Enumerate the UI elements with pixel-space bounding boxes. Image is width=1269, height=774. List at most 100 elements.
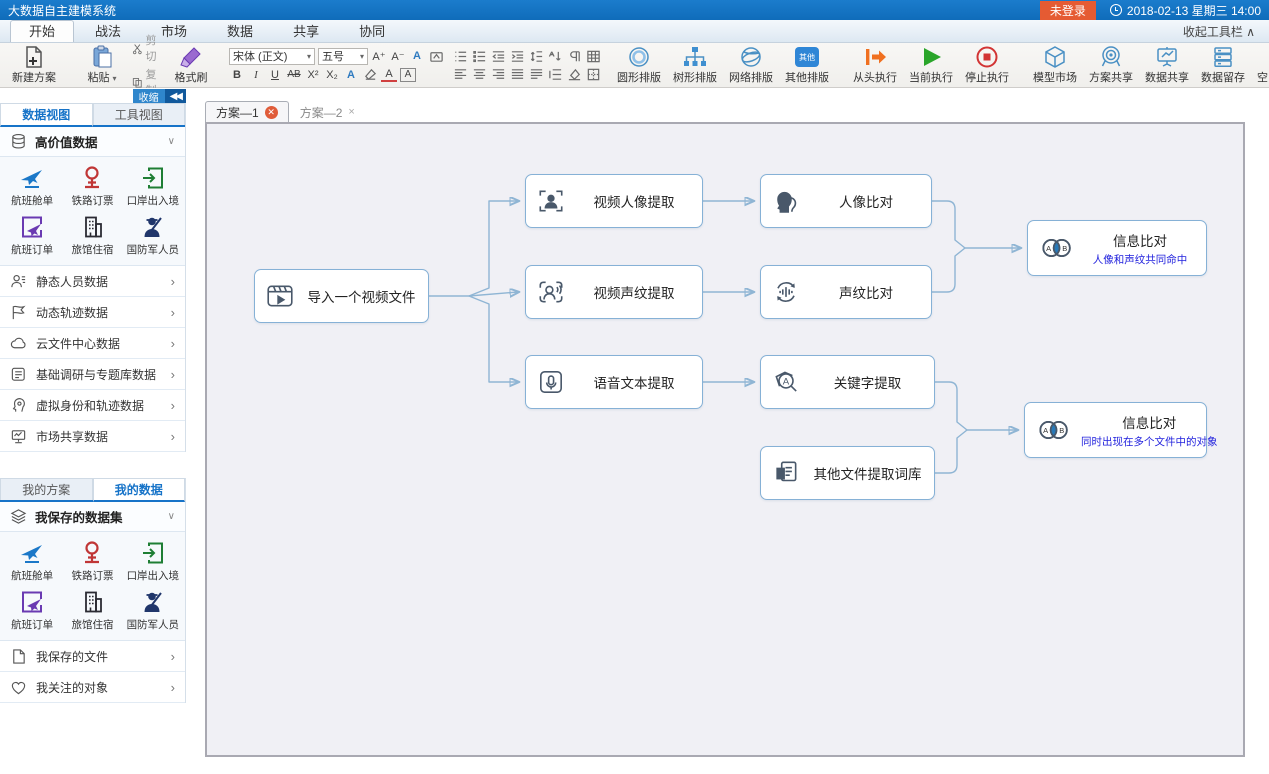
network-layout-button[interactable]: 网络排版 (725, 45, 777, 85)
dropdown-caret: ▾ (113, 74, 117, 83)
menu-tab-start[interactable]: 开始 (10, 20, 74, 42)
plan-share-button[interactable]: 方案共享 (1085, 45, 1137, 85)
doc-tab-plan-1[interactable]: 方案—1 ✕ (205, 101, 289, 122)
distribute-button[interactable] (528, 66, 544, 82)
strikethrough-button[interactable]: AB (286, 67, 302, 83)
menu-tab-share[interactable]: 共享 (274, 20, 338, 42)
paste-button[interactable]: 粘贴 ▾ (76, 45, 128, 85)
model-market-button[interactable]: 模型市场 (1029, 45, 1081, 85)
my-data-panel: 我的方案 我的数据 我保存的数据集 ∨ 航班舱单 铁路订票 口 (0, 478, 186, 703)
sidebar-item-virtual-identity[interactable]: 虚拟身份和轨迹数据› (0, 390, 185, 421)
font-name-select[interactable]: 宋体 (正文)▾ (229, 48, 315, 65)
cut-button[interactable]: 剪切 (132, 32, 161, 64)
font-color-button[interactable]: A (381, 68, 397, 82)
bold-button[interactable]: B (229, 67, 245, 83)
menu-tab-tactics[interactable]: 战法 (76, 20, 140, 42)
circle-layout-button[interactable]: 圆形排版 (613, 45, 665, 85)
sidebar-item-cloud-file[interactable]: 云文件中心数据› (0, 328, 185, 359)
sidebar-item-static-personnel[interactable]: 静态人员数据› (0, 266, 185, 297)
tab-data-view[interactable]: 数据视图 (0, 103, 93, 127)
superscript-button[interactable]: X² (305, 67, 321, 83)
tab-my-data[interactable]: 我的数据 (93, 478, 186, 502)
decrease-indent-button[interactable] (490, 48, 506, 64)
sidebar-item-my-saved-files[interactable]: 我保存的文件› (0, 641, 185, 672)
tab-my-plans[interactable]: 我的方案 (0, 478, 93, 500)
dataset-railway-ticket[interactable]: 铁路订票 (62, 536, 122, 585)
menu-tab-data[interactable]: 数据 (208, 20, 272, 42)
sort-button[interactable] (547, 48, 563, 64)
collapse-toolbar-button[interactable]: 收起工具栏 ∧ (1183, 23, 1255, 40)
space-management-button[interactable]: 空间管理 (1253, 45, 1269, 85)
node-voiceprint-compare[interactable]: 声纹比对 (760, 265, 932, 319)
grow-font-button[interactable]: A⁺ (371, 48, 387, 64)
align-right-button[interactable] (490, 66, 506, 82)
node-speech-text-extract[interactable]: 语音文本提取 (525, 355, 703, 409)
node-keyword-extract[interactable]: A 关键字提取 (760, 355, 935, 409)
tree-layout-button[interactable]: 树形排版 (669, 45, 721, 85)
sidebar-item-market-shared[interactable]: 市场共享数据› (0, 421, 185, 452)
dataset-military-personnel[interactable]: 国防军人员 (123, 210, 183, 259)
borders-button[interactable] (585, 66, 601, 82)
highlight-button[interactable] (362, 67, 378, 83)
run-current-button[interactable]: 当前执行 (905, 45, 957, 85)
dataset-hotel-stay[interactable]: 旅馆住宿 (62, 585, 122, 634)
sidebar-item-research-library[interactable]: 基础调研与专题库数据› (0, 359, 185, 390)
underline-button[interactable]: U (267, 67, 283, 83)
run-from-start-button[interactable]: 从头执行 (849, 45, 901, 85)
login-status-badge[interactable]: 未登录 (1040, 1, 1096, 20)
dataset-hotel-stay[interactable]: 旅馆住宿 (62, 210, 122, 259)
clock-icon (1110, 4, 1122, 16)
italic-button[interactable]: I (248, 67, 264, 83)
dataset-flight-manifest[interactable]: 航班舱单 (2, 161, 62, 210)
other-layout-button[interactable]: 其他 其他排版 (781, 45, 833, 85)
dataset-port-entry[interactable]: 口岸出入境 (123, 161, 183, 210)
close-tab-icon[interactable]: ✕ (265, 106, 278, 119)
node-info-compare-1[interactable]: A B 信息比对 人像和声纹共同命中 (1027, 220, 1207, 276)
show-marks-button[interactable] (566, 48, 582, 64)
dataset-port-entry[interactable]: 口岸出入境 (123, 536, 183, 585)
dataset-flight-order[interactable]: 航班订单 (2, 210, 62, 259)
subscript-button[interactable]: X₂ (324, 67, 340, 83)
paragraph-spacing-button[interactable] (547, 66, 563, 82)
numbered-list-button[interactable] (471, 48, 487, 64)
text-effects-button[interactable]: A (409, 48, 425, 64)
data-retention-button[interactable]: 数据留存 (1197, 45, 1249, 85)
font-size-select[interactable]: 五号▾ (318, 48, 368, 65)
shading-button[interactable] (566, 66, 582, 82)
align-center-button[interactable] (471, 66, 487, 82)
node-video-voiceprint-extract[interactable]: 视频声纹提取 (525, 265, 703, 319)
doc-tab-plan-2[interactable]: 方案—2 × (289, 101, 366, 122)
node-other-files-lexicon[interactable]: 其他文件提取词库 (760, 446, 935, 500)
close-tab-icon[interactable]: × (348, 106, 354, 118)
dataset-railway-ticket[interactable]: 铁路订票 (62, 161, 122, 210)
insert-table-button[interactable] (585, 48, 601, 64)
bullet-list-button[interactable] (452, 48, 468, 64)
character-border-button[interactable]: A (400, 68, 416, 82)
format-painter-button[interactable]: 格式刷 (165, 45, 217, 85)
text-effect-color-button[interactable]: A (343, 67, 359, 83)
sidebar-item-dynamic-track[interactable]: 动态轨迹数据› (0, 297, 185, 328)
node-info-compare-2[interactable]: A B 信息比对 同时出现在多个文件中的对象 (1024, 402, 1207, 458)
align-left-button[interactable] (452, 66, 468, 82)
phonetic-guide-button[interactable] (428, 48, 444, 64)
increase-indent-button[interactable] (509, 48, 525, 64)
section-high-value-data[interactable]: 高价值数据 ∨ (0, 127, 185, 157)
stop-button[interactable]: 停止执行 (961, 45, 1013, 85)
data-share-button[interactable]: 数据共享 (1141, 45, 1193, 85)
node-video-face-extract[interactable]: 视频人像提取 (525, 174, 703, 228)
menu-tab-collab[interactable]: 协同 (340, 20, 404, 42)
dataset-flight-manifest[interactable]: 航班舱单 (2, 536, 62, 585)
node-import-video-file[interactable]: 导入一个视频文件 (254, 269, 429, 323)
tab-tool-view[interactable]: 工具视图 (93, 103, 186, 125)
justify-button[interactable] (509, 66, 525, 82)
line-spacing-button[interactable] (528, 48, 544, 64)
sidebar-collapse-button[interactable]: 收缩 ◀◀ (133, 89, 186, 104)
node-face-compare[interactable]: 人像比对 (760, 174, 932, 228)
new-plan-button[interactable]: 新建方案 (8, 45, 60, 85)
sidebar-item-my-followed-objects[interactable]: 我关注的对象› (0, 672, 185, 703)
shrink-font-button[interactable]: A⁻ (390, 48, 406, 64)
dataset-military-personnel[interactable]: 国防军人员 (123, 585, 183, 634)
dataset-flight-order[interactable]: 航班订单 (2, 585, 62, 634)
model-canvas[interactable]: 导入一个视频文件 视频人像提取 视频声纹提取 语音文本提取 人像比对 声纹比对 … (205, 122, 1245, 757)
section-my-saved-datasets[interactable]: 我保存的数据集 ∨ (0, 502, 185, 532)
